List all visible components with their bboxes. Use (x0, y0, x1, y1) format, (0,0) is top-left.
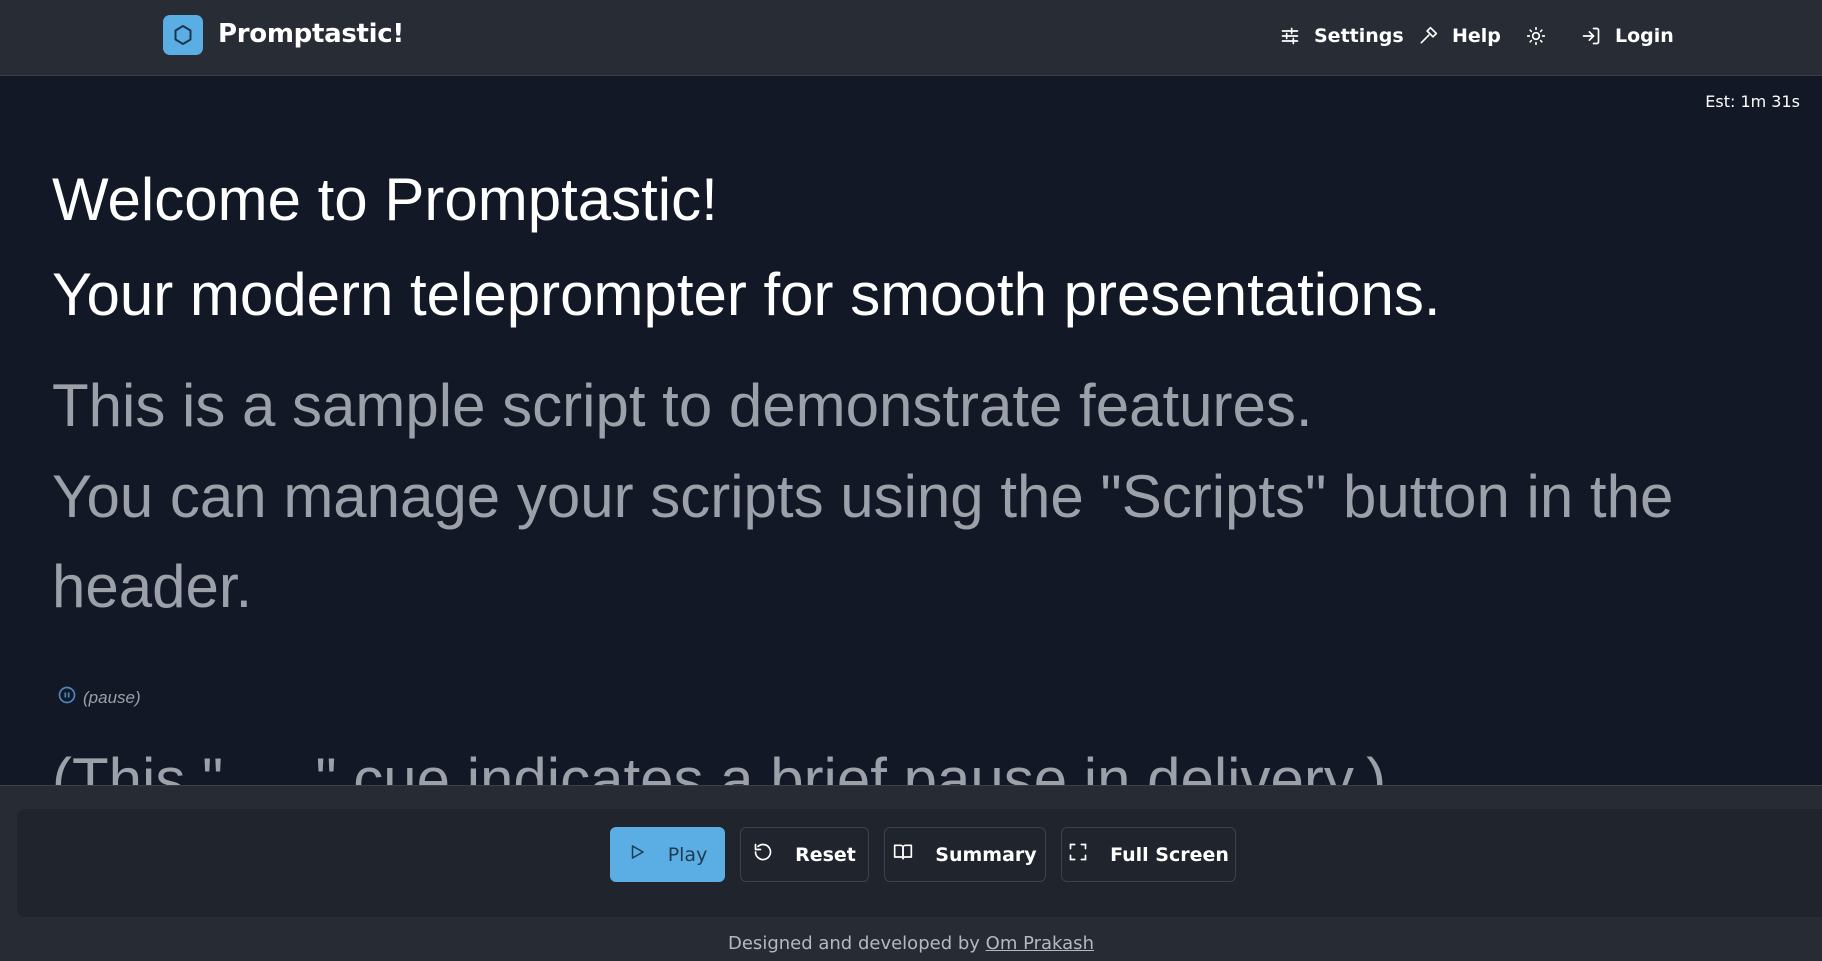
script-line: Welcome to Promptastic! (52, 166, 718, 233)
sun-icon (1526, 26, 1546, 46)
fullscreen-button[interactable]: Full Screen (1061, 827, 1236, 882)
footer-credit: Designed and developed by Om Prakash (728, 933, 1094, 954)
pause-cue: (pause) (57, 685, 141, 710)
login-button[interactable]: Login (1581, 22, 1674, 50)
app-logo-icon[interactable] (163, 15, 203, 55)
play-label: Play (667, 843, 708, 866)
help-button[interactable]: Help (1418, 22, 1501, 50)
reset-icon (753, 842, 773, 867)
settings-label: Settings (1314, 25, 1404, 47)
pause-label: (pause) (83, 687, 141, 707)
help-label: Help (1452, 25, 1501, 47)
script-line: Your modern teleprompter for smooth pres… (52, 261, 1441, 328)
script-line: header. (52, 553, 253, 620)
reset-label: Reset (795, 843, 856, 866)
sliders-icon (1280, 26, 1300, 46)
fullscreen-icon (1068, 842, 1088, 867)
app-header: Promptastic! Settings Help Login (0, 0, 1822, 76)
play-icon (628, 843, 646, 866)
pause-icon (57, 685, 77, 710)
login-label: Login (1615, 25, 1674, 47)
app-brand-title[interactable]: Promptastic! (218, 19, 404, 49)
script-line-partial: (This " " cue indicates a brief pause in … (52, 746, 1387, 785)
teleprompter-script: Welcome to Promptastic! Your modern tele… (0, 77, 1822, 785)
book-icon (893, 842, 913, 867)
login-icon (1581, 26, 1601, 46)
theme-toggle-button[interactable] (1526, 22, 1546, 50)
summary-button[interactable]: Summary (884, 827, 1046, 882)
script-line: You can manage your scripts using the "S… (52, 463, 1674, 530)
hammer-icon (1418, 26, 1438, 46)
reset-button[interactable]: Reset (740, 827, 869, 882)
author-link[interactable]: Om Prakash (986, 933, 1094, 954)
settings-button[interactable]: Settings (1280, 22, 1404, 50)
play-button[interactable]: Play (610, 827, 725, 882)
summary-label: Summary (935, 843, 1037, 866)
script-line: This is a sample script to demonstrate f… (52, 372, 1313, 439)
fullscreen-label: Full Screen (1110, 843, 1229, 866)
